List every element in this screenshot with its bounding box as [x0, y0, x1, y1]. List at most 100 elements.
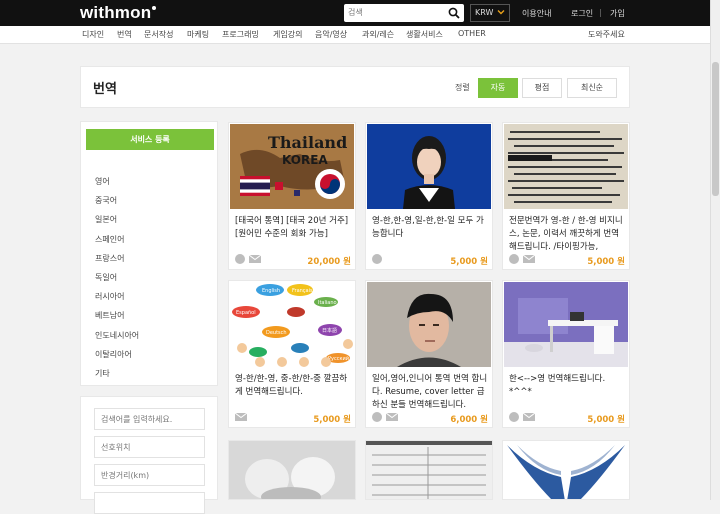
- service-card-partial[interactable]: [228, 440, 356, 500]
- service-card[interactable]: 전문번역가 영-한 / 한-영 비지니스, 논문, 이력서 깨끗하게 번역해드립…: [502, 122, 630, 270]
- service-card-partial[interactable]: [365, 440, 493, 500]
- sort-auto-button[interactable]: 자동: [478, 78, 518, 98]
- bubble-spanish: Español: [236, 310, 256, 316]
- category-music-video[interactable]: 음악/영상: [315, 29, 347, 40]
- category-tutoring[interactable]: 과외/레슨: [362, 29, 394, 40]
- page-scrollbar[interactable]: [710, 0, 720, 500]
- card-footer: 5,000 원: [509, 412, 625, 425]
- language-german[interactable]: 독일어: [95, 272, 139, 291]
- login-link[interactable]: 로그인: [571, 8, 593, 19]
- card-price: 5,000 원: [587, 257, 625, 267]
- extra-filter-input[interactable]: [94, 492, 205, 514]
- category-programming[interactable]: 프로그래밍: [222, 29, 259, 40]
- office-image: [504, 282, 628, 367]
- card-image-office: [504, 282, 628, 367]
- withmon-logo[interactable]: withmon: [80, 3, 157, 23]
- speech-bubbles-image: English Français Español Deutsch 日本語 Ita…: [230, 282, 354, 367]
- card-image-thailand-korea: Thailand KOREA: [230, 124, 354, 209]
- category-design[interactable]: 디자인: [82, 29, 104, 40]
- search-box: [344, 4, 464, 22]
- logo-text: withmon: [80, 3, 152, 22]
- signup-link[interactable]: 가입: [610, 8, 625, 19]
- portrait-woman-image: [367, 124, 491, 209]
- phone-icon: [509, 254, 519, 264]
- category-translation[interactable]: 번역: [117, 29, 132, 40]
- help-link[interactable]: 도와주세요: [588, 29, 625, 40]
- card-title[interactable]: 영-한/한-영, 중-한/한-중 깔끔하게 번역해드립니다.: [235, 373, 351, 399]
- language-japanese[interactable]: 일본어: [95, 214, 139, 233]
- dictionary-image: [504, 124, 628, 209]
- category-nav: 디자인 번역 문서작성 마케팅 프로그래밍 게임강의 음악/영상 과외/레슨 생…: [0, 26, 710, 44]
- register-service-button[interactable]: 서비스 등록: [86, 129, 214, 150]
- bubble-italian: Italiano: [318, 300, 337, 306]
- page-title: 번역: [93, 82, 117, 97]
- search-icon[interactable]: [448, 7, 460, 19]
- service-card[interactable]: English Français Español Deutsch 日本語 Ita…: [228, 280, 356, 428]
- card-title[interactable]: 한<-->영 번역해드립니다. *^^*: [509, 373, 625, 399]
- mail-icon: [386, 413, 398, 421]
- language-sidebar: 서비스 등록 영어 중국어 일본어 스페인어 프랑스어 독일어 러시아어 베트남…: [80, 121, 218, 386]
- preferred-location-input[interactable]: [94, 436, 205, 458]
- service-card[interactable]: 일어,영어,인니어 통역 번역 합니다. Resume, cover lette…: [365, 280, 493, 428]
- phone-icon: [509, 412, 519, 422]
- radius-input[interactable]: [94, 464, 205, 486]
- phone-icon: [372, 254, 382, 264]
- card-price: 6,000 원: [450, 415, 488, 425]
- bubble-english: English: [262, 288, 280, 294]
- sort-rating-button[interactable]: 평점: [522, 78, 562, 98]
- card-price: 5,000 원: [587, 415, 625, 425]
- currency-value: KRW: [475, 8, 494, 17]
- sort-latest-button[interactable]: 최신순: [567, 78, 617, 98]
- language-vietnamese[interactable]: 베트남어: [95, 310, 139, 329]
- card-title[interactable]: 영-한,한-영,일-한,한-일 모두 가능합니다: [372, 215, 488, 241]
- card-image-portrait-man: [367, 282, 491, 367]
- card-title[interactable]: [태국어 통역] [태국 20년 거주] [원어민 수준의 회화 가능]: [235, 215, 351, 241]
- language-russian[interactable]: 러시아어: [95, 291, 139, 310]
- language-english[interactable]: 영어: [95, 176, 139, 195]
- card-image-speech-bubbles: English Français Español Deutsch 日本語 Ita…: [230, 282, 354, 367]
- language-list: 영어 중국어 일본어 스페인어 프랑스어 독일어 러시아어 베트남어 인도네시아…: [95, 176, 139, 387]
- card-image-dictionary: [504, 124, 628, 209]
- chevron-down-icon: [497, 10, 505, 15]
- mail-icon: [523, 413, 535, 421]
- language-chinese[interactable]: 중국어: [95, 195, 139, 214]
- card-price: 5,000 원: [313, 415, 351, 425]
- service-card[interactable]: Thailand KOREA [태국어 통역] [태국 20년 거주] [원어민…: [228, 122, 356, 270]
- currency-select[interactable]: KRW: [470, 4, 510, 22]
- card-title[interactable]: 일어,영어,인니어 통역 번역 합니다. Resume, cover lette…: [372, 373, 488, 412]
- language-italian[interactable]: 이탈리아어: [95, 349, 139, 368]
- service-card[interactable]: 한<-->영 번역해드립니다. *^^* 5,000 원: [502, 280, 630, 428]
- service-card-partial[interactable]: [502, 440, 630, 500]
- category-life-service[interactable]: 생활서비스: [406, 29, 443, 40]
- card-price: 20,000 원: [307, 257, 351, 267]
- babies-image: [229, 441, 355, 499]
- scrollbar-thumb[interactable]: [712, 62, 719, 196]
- bubble-german: Deutsch: [266, 330, 287, 336]
- category-marketing[interactable]: 마케팅: [187, 29, 209, 40]
- eagle-wings-image: [503, 441, 629, 499]
- portrait-man-image: [367, 282, 491, 367]
- search-input[interactable]: [348, 6, 444, 19]
- logo-dot: [152, 6, 157, 10]
- card-footer: 6,000 원: [372, 412, 488, 425]
- phone-icon: [235, 254, 245, 264]
- card-title[interactable]: 전문번역가 영-한 / 한-영 비지니스, 논문, 이력서 깨끗하게 번역해드립…: [509, 215, 625, 254]
- category-game-lessons[interactable]: 게임강의: [273, 29, 302, 40]
- service-card[interactable]: 영-한,한-영,일-한,한-일 모두 가능합니다 5,000 원: [365, 122, 493, 270]
- language-spanish[interactable]: 스페인어: [95, 234, 139, 253]
- card-footer: 5,000 원: [509, 254, 625, 267]
- guide-link[interactable]: 이용안내: [522, 8, 551, 19]
- language-french[interactable]: 프랑스어: [95, 253, 139, 272]
- top-navigation-bar: withmon KRW 이용안내 로그인 | 가입: [0, 0, 710, 26]
- category-other[interactable]: OTHER: [458, 29, 486, 38]
- keyword-input[interactable]: [94, 408, 205, 430]
- bubble-french: Français: [292, 288, 313, 294]
- korea-text: KOREA: [282, 153, 328, 167]
- mail-icon: [235, 413, 247, 421]
- language-other[interactable]: 기타: [95, 368, 139, 387]
- language-indonesian[interactable]: 인도네시아어: [95, 330, 139, 349]
- mail-icon: [249, 255, 261, 263]
- document-image: [366, 441, 492, 499]
- card-footer: 5,000 원: [235, 412, 351, 425]
- category-writing[interactable]: 문서작성: [144, 29, 173, 40]
